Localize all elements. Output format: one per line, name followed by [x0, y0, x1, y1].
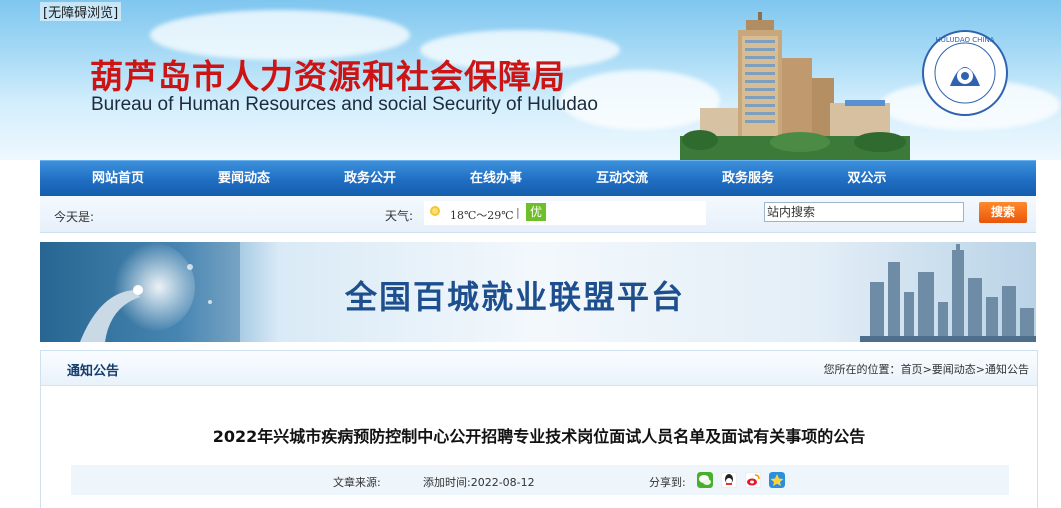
emblem-text: HULUDAO CHINA [936, 36, 995, 44]
nav-item-interact[interactable]: 互动交流 [567, 161, 677, 197]
info-bar: 今天是: 天气: 18℃～29℃ | 优 搜索 [40, 196, 1036, 233]
article-meta-bar: 文章来源: 添加时间:2022-08-12 分享到: [71, 465, 1009, 495]
nav-item-services[interactable]: 政务服务 [693, 161, 803, 197]
site-subtitle: Bureau of Human Resources and social Sec… [91, 94, 598, 115]
date-label: 添加时间: [423, 476, 471, 489]
accessibility-link[interactable]: [无障碍浏览] [40, 2, 122, 21]
hand-touch-graphic [40, 242, 240, 342]
sunny-weather-icon [430, 206, 440, 216]
nav-item-affairs[interactable]: 政务公开 [315, 161, 425, 197]
search-button[interactable]: 搜索 [979, 202, 1027, 223]
notice-panel: 通知公告 您所在的位置：首页>要闻动态>通知公告 2022年兴城市疾病预防控制中… [40, 350, 1038, 508]
nav-item-news[interactable]: 要闻动态 [189, 161, 299, 197]
city-skyline-graphic [860, 244, 1036, 342]
government-building-image [680, 12, 910, 160]
breadcrumb: 您所在的位置：首页>要闻动态>通知公告 [824, 361, 1029, 377]
weather-separator: | [516, 206, 520, 219]
banner-heading: 全国百城就业联盟平台 [345, 278, 686, 316]
weather-widget: 18℃～29℃ | 优 [424, 201, 706, 225]
air-quality-badge: 优 [526, 203, 546, 221]
wechat-icon[interactable] [697, 472, 713, 488]
date-value: 2022-08-12 [470, 476, 535, 489]
breadcrumb-prefix: 您所在的位置： [823, 363, 901, 376]
breadcrumb-separator: > [975, 363, 985, 376]
site-title: 葫芦岛市人力资源和社会保障局 [90, 57, 566, 96]
breadcrumb-separator: > [922, 363, 932, 376]
nav-item-publicity[interactable]: 双公示 [812, 161, 922, 197]
qq-icon[interactable] [721, 472, 737, 488]
nav-item-online[interactable]: 在线办事 [441, 161, 551, 197]
panel-header: 通知公告 您所在的位置：首页>要闻动态>通知公告 [41, 351, 1037, 386]
breadcrumb-notices[interactable]: 通知公告 [985, 363, 1029, 376]
site-search-input[interactable] [764, 202, 964, 222]
weather-label: 天气: [385, 209, 414, 223]
temperature-range: 18℃～29℃ [450, 209, 514, 222]
article-date: 添加时间:2022-08-12 [423, 474, 535, 490]
breadcrumb-news[interactable]: 要闻动态 [932, 363, 976, 376]
article-title: 2022年兴城市疾病预防控制中心公开招聘专业技术岗位面试人员名单及面试有关事项的… [212, 427, 866, 446]
city-emblem-logo: HULUDAO CHINA [922, 30, 1008, 116]
site-header: [无障碍浏览] 葫芦岛市人力资源和社会保障局 Bureau of Human R… [0, 0, 1061, 160]
weibo-icon[interactable] [745, 472, 761, 488]
today-label: 今天是: [54, 210, 95, 224]
panel-title: 通知公告 [67, 364, 120, 379]
breadcrumb-home[interactable]: 首页 [901, 363, 923, 376]
share-label: 分享到: [649, 476, 686, 489]
article-source-label: 文章来源: [333, 476, 381, 489]
main-navigation: 网站首页 要闻动态 政务公开 在线办事 互动交流 政务服务 双公示 [40, 160, 1036, 197]
qzone-icon[interactable] [769, 472, 785, 488]
nav-item-home[interactable]: 网站首页 [63, 161, 173, 197]
employment-alliance-banner[interactable]: 全国百城就业联盟平台 [40, 242, 1036, 342]
